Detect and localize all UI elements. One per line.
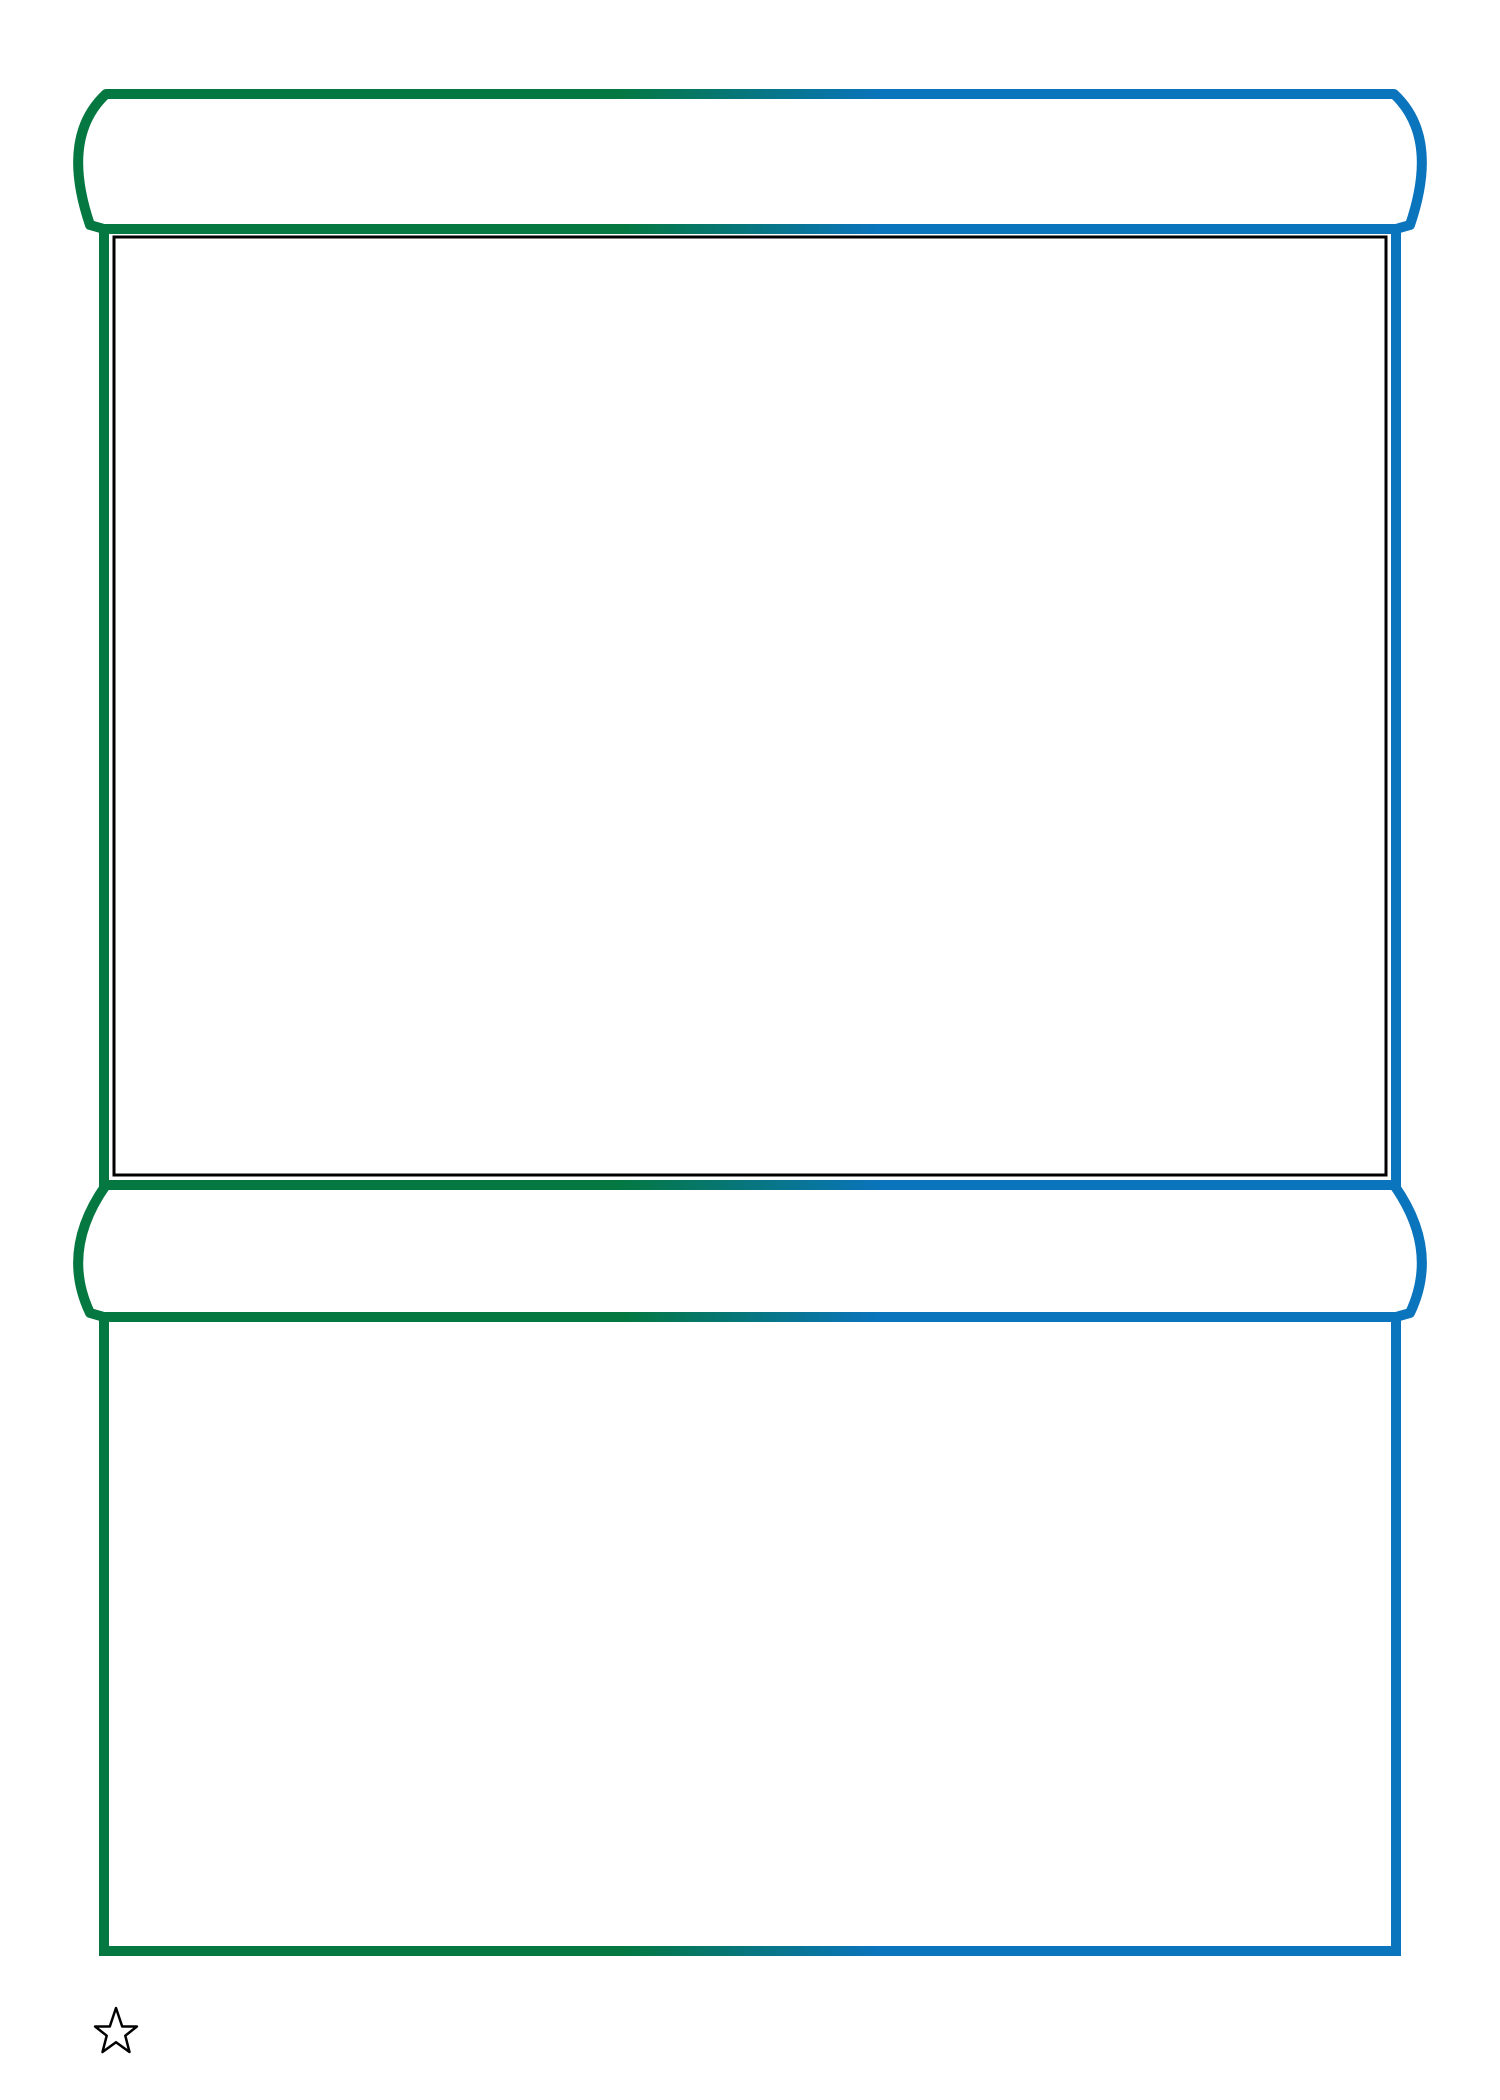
worksheet-frame bbox=[73, 89, 1427, 2054]
top-banner-title bbox=[120, 132, 1380, 192]
bottom-banner-title bbox=[120, 1218, 1380, 1278]
writing-panel bbox=[99, 1312, 1401, 1956]
star-outline-icon bbox=[93, 2006, 139, 2054]
picture-box bbox=[112, 235, 1388, 1177]
